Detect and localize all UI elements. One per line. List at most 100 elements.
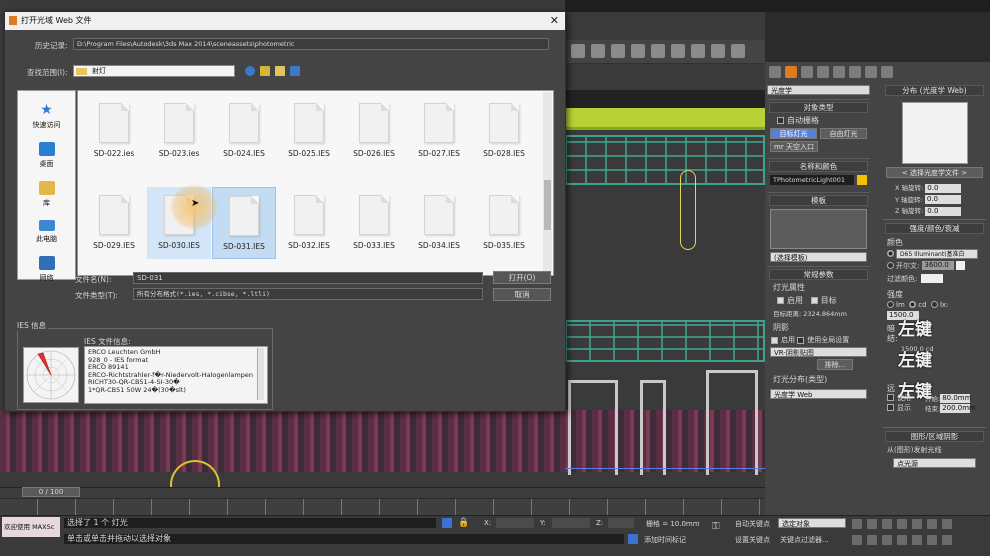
z-coord-field[interactable] — [608, 518, 634, 528]
template-header[interactable]: 模板 — [769, 195, 868, 206]
add-time-tag[interactable]: 添加时间标记 — [644, 535, 686, 545]
selection-lock-icon[interactable] — [442, 518, 452, 528]
file-item-selected[interactable]: SD-031.IES — [212, 187, 276, 259]
z-rotation-field[interactable]: 0.0 — [925, 206, 962, 216]
place-desktop[interactable]: 桌面 — [18, 142, 75, 169]
name-color-header[interactable]: 名称和颜色 — [769, 161, 868, 172]
light-enable-checkbox[interactable] — [777, 297, 784, 304]
back-icon[interactable] — [245, 66, 255, 76]
open-button[interactable]: 打开(O) — [493, 271, 551, 284]
selected-object-dropdown[interactable]: 选定对象 — [778, 518, 846, 528]
up-folder-icon[interactable] — [260, 66, 270, 76]
choose-photometric-file-button[interactable]: < 选择光度学文件 > — [886, 167, 983, 178]
filter-color-swatch[interactable] — [921, 274, 944, 283]
pan-icon[interactable] — [942, 519, 952, 529]
sky-portal-button[interactable]: mr 天空入口 — [770, 141, 818, 152]
orbit-icon[interactable] — [867, 535, 877, 545]
place-quick-access[interactable]: ★ 快速访问 — [18, 103, 75, 130]
file-item[interactable]: SD-027.IES — [411, 95, 467, 163]
cameras-icon[interactable] — [881, 66, 893, 78]
cancel-button[interactable]: 取消 — [493, 288, 551, 301]
far-display-checkbox[interactable] — [887, 404, 894, 411]
light-name-field[interactable]: TPhotometricLight001 — [770, 175, 854, 185]
file-item[interactable]: SD-034.IES — [411, 187, 467, 255]
walk-icon[interactable] — [927, 535, 937, 545]
intensity-color-header[interactable]: 强度/颜色/衰减 — [885, 222, 984, 234]
time-config-icon[interactable] — [897, 535, 907, 545]
lights-icon[interactable] — [865, 66, 877, 78]
field-of-view-icon[interactable] — [882, 535, 892, 545]
file-item[interactable]: SD-025.IES — [281, 95, 337, 163]
file-item[interactable]: SD-022.ies — [86, 95, 142, 163]
toolbar-icon[interactable] — [651, 44, 665, 58]
kelvin-radio[interactable] — [887, 262, 894, 269]
shadows-enable-checkbox[interactable] — [771, 336, 778, 344]
time-slider[interactable]: 0 / 100 — [0, 487, 765, 498]
y-rotation-field[interactable]: 0.0 — [924, 195, 961, 204]
key-icon[interactable]: ⚿ — [712, 521, 720, 532]
x-rotation-field[interactable]: 0.0 — [925, 183, 962, 193]
object-type-header[interactable]: 对象类型 — [769, 102, 868, 113]
prev-frame-icon[interactable] — [867, 519, 877, 529]
file-list[interactable]: SD-022.ies SD-023.ies SD-024.IES SD-025.… — [77, 90, 554, 276]
file-item[interactable]: SD-032.IES — [281, 187, 337, 255]
toolbar-icon[interactable] — [691, 44, 705, 58]
lx-radio[interactable] — [930, 301, 938, 308]
autogrid-checkbox[interactable] — [777, 117, 784, 124]
motion-tab-icon[interactable] — [817, 66, 829, 78]
toolbar-icon[interactable] — [731, 44, 745, 58]
frame-field-icon[interactable] — [942, 535, 952, 545]
next-frame-icon[interactable] — [897, 519, 907, 529]
template-dropdown[interactable]: (选择模板) — [770, 252, 867, 262]
x-coord-field[interactable] — [496, 518, 534, 528]
auto-key-label[interactable]: 自动关键点 — [735, 519, 770, 529]
web-distribution-header[interactable]: 分布 (光度学 Web) — [885, 85, 984, 96]
toolbar-icon[interactable] — [711, 44, 725, 58]
toolbar-icon[interactable] — [571, 44, 585, 58]
exclude-button[interactable]: 排除... — [817, 359, 853, 370]
go-start-icon[interactable] — [852, 519, 862, 529]
kelvin-field[interactable]: 3600.0 — [922, 261, 955, 270]
filetype-dropdown[interactable]: 所有分布格式(*.ies, *.cibse, *.ltli) — [133, 288, 483, 300]
file-item[interactable]: SD-029.IES — [86, 187, 142, 255]
light-category-dropdown[interactable]: 光度学 — [767, 85, 870, 95]
lock-icon[interactable]: 🔒 — [458, 518, 469, 528]
max-toggle-icon[interactable] — [912, 535, 922, 545]
toolbar-icon[interactable] — [631, 44, 645, 58]
view-menu-icon[interactable] — [290, 66, 300, 76]
y-coord-field[interactable] — [552, 518, 590, 528]
place-network[interactable]: 网络 — [18, 256, 75, 283]
target-light-button[interactable]: 目标灯光 — [770, 128, 817, 139]
place-library[interactable]: 库 — [18, 181, 75, 208]
zoom-extents-icon[interactable] — [852, 535, 862, 545]
free-light-button[interactable]: 自由灯光 — [820, 128, 867, 139]
time-tag-icon[interactable] — [628, 534, 638, 544]
file-item[interactable]: SD-033.IES — [346, 187, 402, 255]
d65-dropdown[interactable]: D65 Illuminant(基准白 — [896, 248, 978, 259]
far-end-field[interactable]: 200.0mm — [940, 404, 976, 413]
general-params-header[interactable]: 常规参数 — [769, 269, 868, 280]
modify-tab-icon[interactable] — [785, 66, 797, 78]
toolbar-icon[interactable] — [591, 44, 605, 58]
history-combo[interactable]: D:\Program Files\Autodesk\3ds Max 2014\s… — [73, 38, 549, 50]
maxscript-listener[interactable]: 欢迎使用 MAXSc — [2, 517, 60, 537]
place-this-pc[interactable]: 此电脑 — [18, 220, 75, 244]
filename-input[interactable]: SD-031 — [133, 272, 483, 284]
zoom-icon[interactable] — [927, 519, 937, 529]
distribution-dropdown[interactable]: 光度学 Web — [770, 389, 867, 399]
track-bar[interactable] — [0, 498, 765, 515]
d65-radio[interactable] — [887, 250, 894, 257]
new-folder-icon[interactable] — [275, 66, 285, 76]
shape-area-shadows-header[interactable]: 图形/区域阴影 — [885, 430, 984, 442]
create-tab-icon[interactable] — [769, 66, 781, 78]
file-list-scroll-thumb[interactable] — [544, 180, 551, 230]
frame-counter[interactable]: 0 / 100 — [22, 487, 80, 497]
key-filters-button[interactable]: 关键点过滤器... — [780, 535, 829, 545]
autogrid-row[interactable]: 自动栅格 — [767, 113, 870, 128]
play-icon[interactable] — [882, 519, 892, 529]
close-icon[interactable]: ✕ — [550, 14, 559, 27]
far-use-checkbox[interactable] — [887, 394, 894, 401]
file-item[interactable]: SD-035.IES — [476, 187, 532, 255]
hierarchy-tab-icon[interactable] — [801, 66, 813, 78]
shadow-type-dropdown[interactable]: VR-阴影贴图 — [770, 347, 867, 357]
